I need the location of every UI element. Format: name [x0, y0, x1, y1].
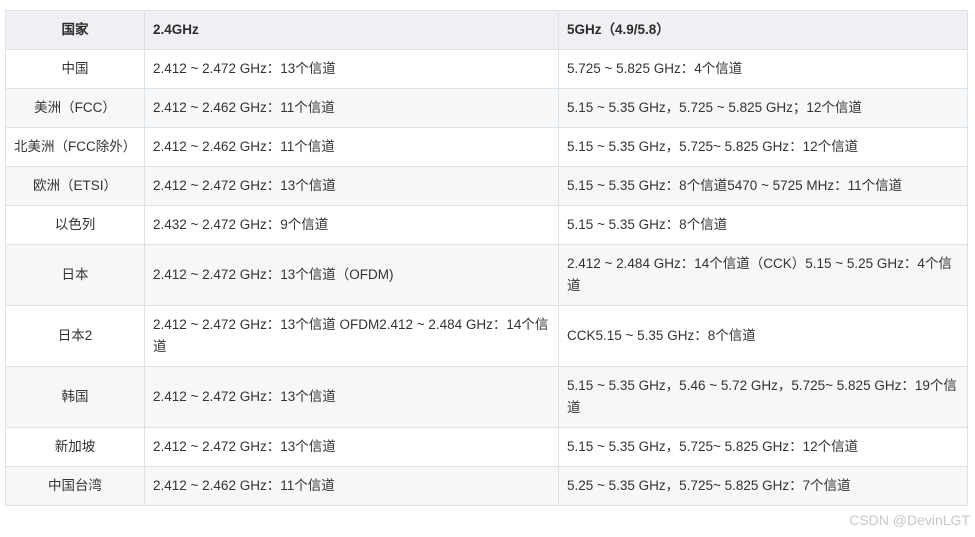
- cell-country: 美洲（FCC）: [5, 88, 145, 128]
- cell-5ghz: 5.15 ~ 5.35 GHz，5.725~ 5.825 GHz：12个信道: [558, 427, 968, 467]
- table-row: 美洲（FCC） 2.412 ~ 2.462 GHz：11个信道 5.15 ~ 5…: [5, 88, 968, 128]
- table-row: 中国台湾 2.412 ~ 2.462 GHz：11个信道 5.25 ~ 5.35…: [5, 466, 968, 506]
- table-row: 日本2 2.412 ~ 2.472 GHz：13个信道 OFDM2.412 ~ …: [5, 305, 968, 367]
- cell-5ghz: 5.15 ~ 5.35 GHz，5.46 ~ 5.72 GHz，5.725~ 5…: [558, 366, 968, 428]
- cell-country: 新加坡: [5, 427, 145, 467]
- cell-5ghz: 2.412 ~ 2.484 GHz：14个信道（CCK）5.15 ~ 5.25 …: [558, 244, 968, 306]
- cell-country: 日本: [5, 244, 145, 306]
- cell-country: 欧洲（ETSI）: [5, 166, 145, 206]
- table-row: 中国 2.412 ~ 2.472 GHz：13个信道 5.725 ~ 5.825…: [5, 49, 968, 89]
- cell-2-4ghz: 2.412 ~ 2.472 GHz：13个信道（OFDM): [144, 244, 559, 306]
- cell-5ghz: 5.725 ~ 5.825 GHz：4个信道: [558, 49, 968, 89]
- cell-2-4ghz: 2.412 ~ 2.472 GHz：13个信道: [144, 49, 559, 89]
- table-row: 韩国 2.412 ~ 2.472 GHz：13个信道 5.15 ~ 5.35 G…: [5, 366, 968, 428]
- cell-5ghz: 5.15 ~ 5.35 GHz：8个信道: [558, 205, 968, 245]
- cell-5ghz: 5.15 ~ 5.35 GHz：8个信道5470 ~ 5725 MHz：11个信…: [558, 166, 968, 206]
- header-5ghz: 5GHz（4.9/5.8）: [558, 10, 968, 50]
- cell-2-4ghz: 2.412 ~ 2.462 GHz：11个信道: [144, 127, 559, 167]
- table-header-row: 国家 2.4GHz 5GHz（4.9/5.8）: [5, 10, 968, 50]
- cell-2-4ghz: 2.412 ~ 2.472 GHz：13个信道: [144, 427, 559, 467]
- cell-country: 北美洲（FCC除外）: [5, 127, 145, 167]
- table-row: 北美洲（FCC除外） 2.412 ~ 2.462 GHz：11个信道 5.15 …: [5, 127, 968, 167]
- channel-table-container: 国家 2.4GHz 5GHz（4.9/5.8） 中国 2.412 ~ 2.472…: [5, 10, 968, 506]
- cell-2-4ghz: 2.432 ~ 2.472 GHz：9个信道: [144, 205, 559, 245]
- cell-country: 中国: [5, 49, 145, 89]
- cell-5ghz: 5.15 ~ 5.35 GHz，5.725 ~ 5.825 GHz；12个信道: [558, 88, 968, 128]
- cell-country: 中国台湾: [5, 466, 145, 506]
- cell-5ghz: CCK5.15 ~ 5.35 GHz：8个信道: [558, 305, 968, 367]
- cell-2-4ghz: 2.412 ~ 2.472 GHz：13个信道: [144, 166, 559, 206]
- cell-country: 韩国: [5, 366, 145, 428]
- cell-country: 日本2: [5, 305, 145, 367]
- table-row: 日本 2.412 ~ 2.472 GHz：13个信道（OFDM) 2.412 ~…: [5, 244, 968, 306]
- cell-5ghz: 5.15 ~ 5.35 GHz，5.725~ 5.825 GHz：12个信道: [558, 127, 968, 167]
- cell-2-4ghz: 2.412 ~ 2.472 GHz：13个信道 OFDM2.412 ~ 2.48…: [144, 305, 559, 367]
- cell-5ghz: 5.25 ~ 5.35 GHz，5.725~ 5.825 GHz：7个信道: [558, 466, 968, 506]
- channel-table: 国家 2.4GHz 5GHz（4.9/5.8） 中国 2.412 ~ 2.472…: [5, 10, 968, 506]
- header-country: 国家: [5, 10, 145, 50]
- csdn-watermark: CSDN @DevinLGT: [849, 512, 970, 528]
- table-row: 以色列 2.432 ~ 2.472 GHz：9个信道 5.15 ~ 5.35 G…: [5, 205, 968, 245]
- cell-2-4ghz: 2.412 ~ 2.472 GHz：13个信道: [144, 366, 559, 428]
- cell-2-4ghz: 2.412 ~ 2.462 GHz：11个信道: [144, 466, 559, 506]
- header-2-4ghz: 2.4GHz: [144, 10, 559, 50]
- table-row: 欧洲（ETSI） 2.412 ~ 2.472 GHz：13个信道 5.15 ~ …: [5, 166, 968, 206]
- cell-country: 以色列: [5, 205, 145, 245]
- cell-2-4ghz: 2.412 ~ 2.462 GHz：11个信道: [144, 88, 559, 128]
- table-row: 新加坡 2.412 ~ 2.472 GHz：13个信道 5.15 ~ 5.35 …: [5, 427, 968, 467]
